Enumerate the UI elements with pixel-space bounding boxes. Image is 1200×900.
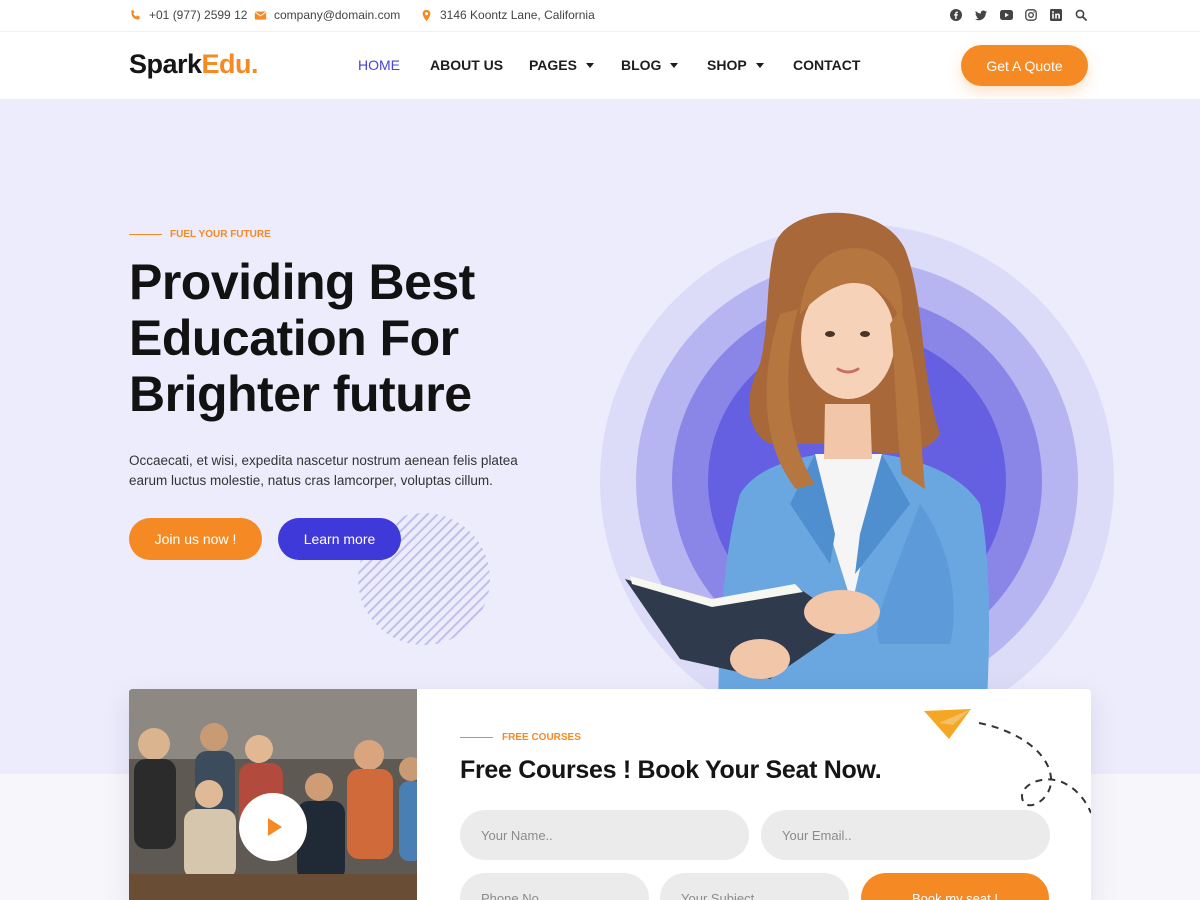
nav-item-about-us[interactable]: ABOUT US xyxy=(430,57,503,73)
phone-placeholder: Phone No.. xyxy=(481,890,547,900)
headline-line: Providing Best xyxy=(129,254,475,310)
address-contact: 3146 Koontz Lane, California xyxy=(420,8,595,22)
email-field[interactable]: Your Email.. xyxy=(761,810,1050,860)
subject-field[interactable]: Your Subject.. xyxy=(660,873,849,900)
phone-field[interactable]: Phone No.. xyxy=(460,873,649,900)
learn-more-button[interactable]: Learn more xyxy=(278,518,401,560)
instagram-icon[interactable] xyxy=(1024,8,1038,22)
site-logo[interactable]: SparkEdu. xyxy=(129,49,259,80)
envelope-icon xyxy=(254,10,267,20)
card-eyebrow-text: FREE COURSES xyxy=(502,732,581,743)
nav-item-contact[interactable]: CONTACT xyxy=(793,57,860,73)
students-video-thumbnail[interactable] xyxy=(129,689,417,900)
headline-line: Education For xyxy=(129,310,459,366)
nav-item-label: PAGES xyxy=(529,57,577,73)
facebook-icon[interactable] xyxy=(949,8,963,22)
nav-item-label: CONTACT xyxy=(793,57,861,73)
subject-placeholder: Your Subject.. xyxy=(681,890,762,900)
hero-section: FUEL YOUR FUTURE Providing Best Educatio… xyxy=(0,99,1200,774)
join-us-button[interactable]: Join us now ! xyxy=(129,518,262,560)
twitter-icon[interactable] xyxy=(974,8,988,22)
free-courses-card: FREE COURSES Free Courses ! Book Your Se… xyxy=(129,689,1091,900)
phone-contact[interactable]: +01 (977) 2599 12 xyxy=(129,8,247,22)
social-links xyxy=(949,8,1088,22)
top-bar: +01 (977) 2599 12 company@domain.com 314… xyxy=(0,0,1200,32)
linkedin-icon[interactable] xyxy=(1049,8,1063,22)
name-field[interactable]: Your Name.. xyxy=(460,810,749,860)
chevron-down-icon xyxy=(670,62,679,68)
nav-item-home[interactable]: HOME xyxy=(358,57,400,73)
hero-description: Occaecati, et wisi, expedita nascetur no… xyxy=(129,453,518,488)
chevron-down-icon xyxy=(585,62,594,68)
eyebrow-line xyxy=(129,234,162,235)
search-icon[interactable] xyxy=(1074,8,1088,22)
name-placeholder: Your Name.. xyxy=(481,827,553,843)
hero-eyebrow: FUEL YOUR FUTURE xyxy=(129,229,271,240)
play-video-button[interactable] xyxy=(239,793,307,861)
hero-eyebrow-text: FUEL YOUR FUTURE xyxy=(170,229,271,240)
nav-item-label: HOME xyxy=(358,57,400,73)
book-seat-button[interactable]: Book my seat ! xyxy=(861,873,1049,900)
play-icon xyxy=(268,818,282,836)
nav-item-pages[interactable]: PAGES xyxy=(529,57,594,73)
nav-item-shop[interactable]: SHOP xyxy=(707,57,764,73)
main-navigation: SparkEdu. HOME ABOUT US PAGES BLOG SHOP … xyxy=(0,32,1200,99)
headline-line: Brighter future xyxy=(129,366,472,422)
email-address: company@domain.com xyxy=(274,8,401,22)
nav-item-label: SHOP xyxy=(707,57,747,73)
email-placeholder: Your Email.. xyxy=(782,827,852,843)
nav-item-blog[interactable]: BLOG xyxy=(621,57,679,73)
hero-headline: Providing Best Education For Brighter fu… xyxy=(129,254,569,422)
phone-number: +01 (977) 2599 12 xyxy=(149,8,248,22)
logo-text-primary: Spark xyxy=(129,49,202,79)
booking-title: Free Courses ! Book Your Seat Now. xyxy=(460,756,882,784)
card-eyebrow: FREE COURSES xyxy=(460,732,581,743)
phone-icon xyxy=(131,9,140,20)
get-quote-button[interactable]: Get A Quote xyxy=(961,45,1088,86)
address-text: 3146 Koontz Lane, California xyxy=(440,8,595,22)
logo-text-accent: Edu. xyxy=(201,49,259,79)
eyebrow-line xyxy=(460,737,493,738)
email-contact[interactable]: company@domain.com xyxy=(254,8,400,22)
nav-item-label: ABOUT US xyxy=(430,57,504,73)
chevron-down-icon xyxy=(755,62,764,68)
location-pin-icon xyxy=(422,9,431,21)
nav-item-label: BLOG xyxy=(621,57,662,73)
youtube-icon[interactable] xyxy=(999,8,1013,22)
